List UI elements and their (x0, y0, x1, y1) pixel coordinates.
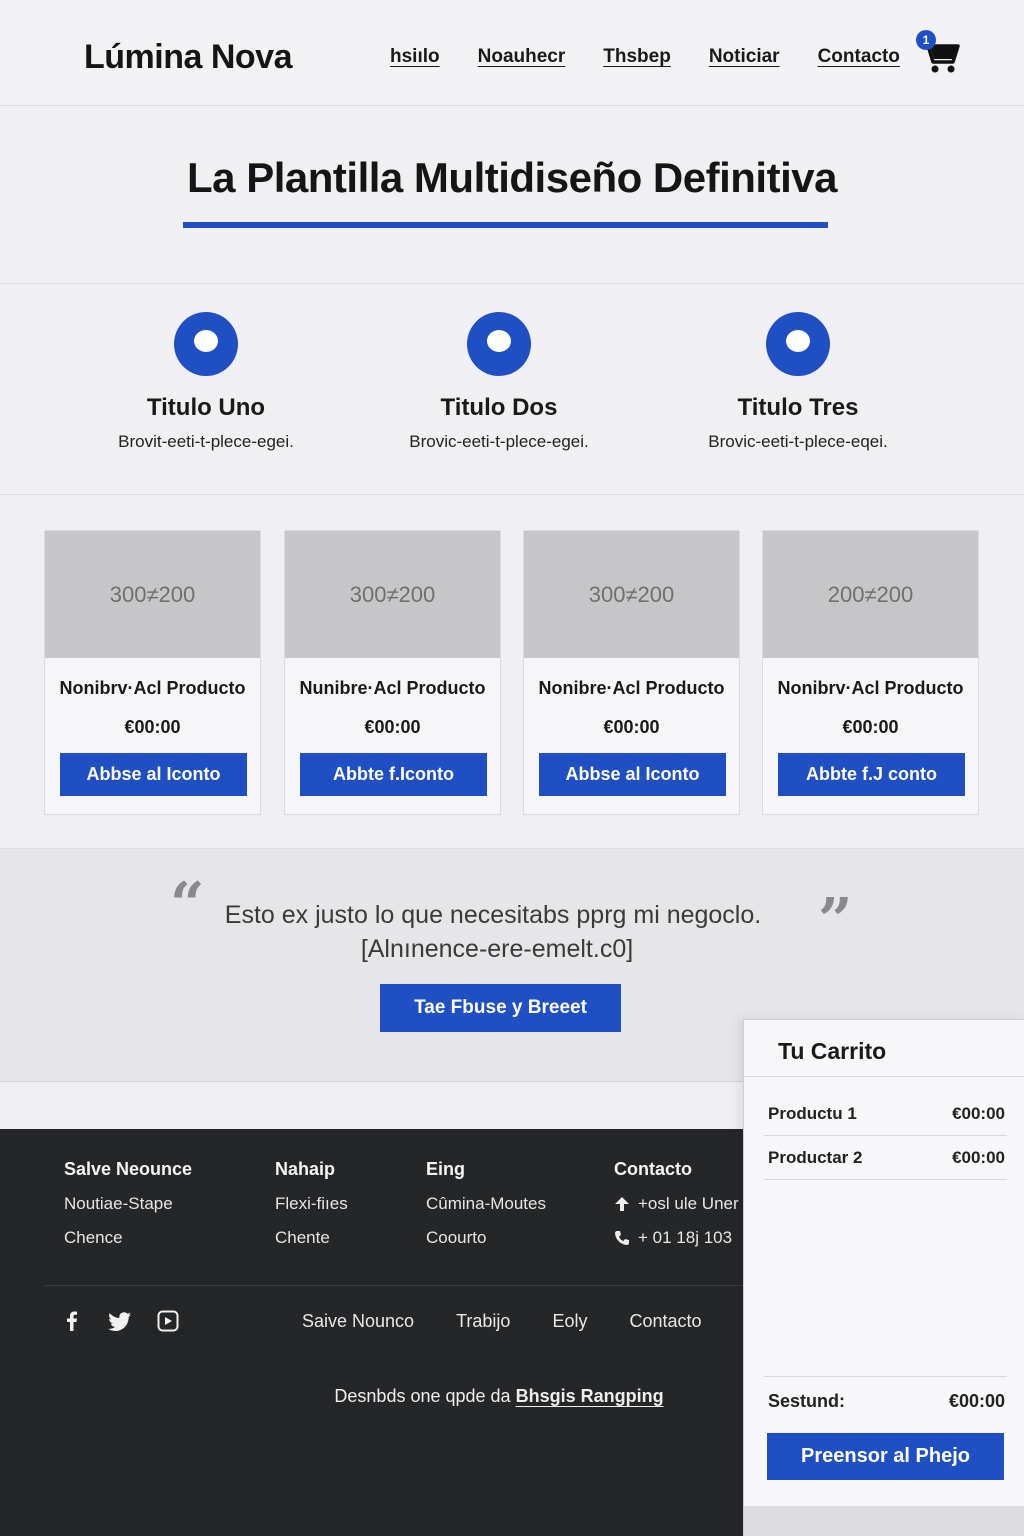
hero-underline (183, 222, 828, 228)
footer-link[interactable]: Cûmina-Moutes (426, 1194, 546, 1214)
footer-column-title: Salve Neounce (64, 1159, 193, 1179)
nav-link-2[interactable]: Noauhecr (478, 46, 566, 68)
social-links (60, 1309, 180, 1333)
product-card: 300≠200 Nunibre·Acl Producto €00:00 Abbt… (284, 530, 501, 815)
footer-nav-link[interactable]: Saive Nounco (302, 1311, 414, 1332)
product-card: 300≠200 Nonibre·Acl Producto €00:00 Abbs… (523, 530, 740, 815)
product-card: 200≠200 Nonibrv·Acl Producto €00:00 Abbt… (762, 530, 979, 815)
cart-panel: Tu Carrito Productu 1 €00:00 Productar 2… (743, 1019, 1024, 1536)
add-to-cart-button[interactable]: Abbte f.Iconto (300, 753, 487, 796)
footer-address[interactable]: +osl ule Uner (614, 1194, 739, 1214)
product-name: Nonibrv·Acl Producto (59, 678, 246, 698)
facebook-icon[interactable] (60, 1309, 84, 1333)
nav-link-3[interactable]: Thsbep (603, 46, 671, 68)
feature-title: Titulo Dos (440, 394, 558, 421)
feature-title: Titulo Uno (146, 394, 266, 421)
cart-line-item[interactable]: Productu 1 €00:00 (764, 1092, 1007, 1136)
cart-item-name: Productar 2 (768, 1148, 863, 1167)
footer-phone[interactable]: + 01 18j 103 (614, 1228, 739, 1248)
twitter-icon[interactable] (108, 1309, 132, 1333)
products-section: 300≠200 Nonibrv·Acl Producto €00:00 Abbs… (0, 495, 1024, 849)
cart-panel-footer (744, 1506, 1024, 1536)
nav-link-news[interactable]: Noticiar (709, 46, 780, 68)
footer-column-title: Nahaip (275, 1159, 336, 1179)
footer-phone-text: + 01 18j 103 (638, 1228, 733, 1247)
product-price: €00:00 (364, 717, 421, 737)
footer-column-title: Eing (426, 1159, 465, 1179)
testimonial-cta-button[interactable]: Tae Fbuse y Breeet (380, 984, 621, 1032)
cart-button[interactable]: 1 (914, 30, 962, 76)
cart-subtotal-value: €00:00 (948, 1391, 1005, 1411)
site-logo[interactable]: Lúmina Nova (84, 38, 292, 77)
nav-link-1[interactable]: hsiılo (390, 46, 440, 68)
footer-address-text: +osl ule Uner (638, 1194, 739, 1213)
footer-nav: Saive Nounco Trabijo Eoly Contacto (302, 1311, 744, 1332)
footer-nav-link[interactable]: Trabijo (456, 1311, 510, 1332)
add-to-cart-button[interactable]: Abbse al Iconto (60, 753, 247, 796)
footer-link[interactable]: Chence (64, 1228, 192, 1248)
location-arrow-icon (615, 1197, 629, 1211)
site-header: Lúmina Nova hsiılo Noauhecr Thsbep Notic… (0, 0, 1024, 106)
hero-title: La Plantilla Multidiseño Definitiva (187, 154, 837, 201)
phone-icon (615, 1231, 629, 1245)
product-price: €00:00 (842, 717, 899, 737)
footer-link[interactable]: Flexi-fiıes (275, 1194, 348, 1214)
product-price: €00:00 (124, 717, 181, 737)
feature-item: Titulo Uno Brovit-eeti-t-plece-egei. (66, 312, 346, 452)
footer-nav-link[interactable]: Eoly (552, 1311, 587, 1332)
features-section: Titulo Uno Brovit-eeti-t-plece-egei. Tit… (0, 284, 1024, 495)
product-image-placeholder: 300≠200 (45, 531, 260, 658)
feature-circle-icon (174, 312, 238, 376)
add-to-cart-button[interactable]: Abbte f.J conto (778, 753, 965, 796)
cart-item-name: Productu 1 (768, 1104, 857, 1123)
instagram-icon[interactable] (156, 1309, 180, 1333)
product-name: Nonibrv·Acl Producto (777, 678, 964, 698)
product-image-placeholder: 200≠200 (763, 531, 978, 658)
footer-column: Salve Neounce Noutiae-Stape Chence (64, 1159, 192, 1248)
feature-item: Titulo Dos Brovic-eeti-t-plece-egei. (359, 312, 639, 452)
footer-credit-link[interactable]: Bhsgis Rangping (516, 1386, 664, 1406)
testimonial-quote: Esto ex justo lo que necesitabs pprg mi … (224, 901, 762, 929)
cart-item-price: €00:00 (952, 1148, 1005, 1167)
footer-credit-text: Desnbds one qpde da (334, 1386, 511, 1406)
cart-subtotal: Sestund: €00:00 (764, 1376, 1007, 1416)
feature-text: Brovit-eeti-t-plece-egei. (118, 432, 294, 451)
feature-title: Titulo Tres (737, 394, 859, 421)
footer-column: Nahaip Flexi-fiıes Chente (275, 1159, 348, 1248)
cart-count-badge: 1 (916, 30, 936, 50)
footer-column: Eing Cûmina-Moutes Coourto (426, 1159, 546, 1248)
footer-link[interactable]: Chente (275, 1228, 348, 1248)
cart-title: Tu Carrito (744, 1020, 1024, 1077)
checkout-button[interactable]: Preensor al Phejo (767, 1433, 1004, 1480)
cart-item-price: €00:00 (952, 1104, 1005, 1123)
hero-section: La Plantilla Multidiseño Definitiva (0, 106, 1024, 284)
cart-subtotal-label: Sestund: (768, 1391, 846, 1411)
product-name: Nonibre·Acl Producto (538, 678, 725, 698)
footer-contact-column: Contacto +osl ule Uner + 01 18j 103 (614, 1159, 739, 1248)
footer-nav-link-contact[interactable]: Contacto (629, 1311, 701, 1332)
feature-item: Titulo Tres Brovic-eeti-t-plece-eqei. (658, 312, 938, 452)
footer-link[interactable]: Noutiae-Stape (64, 1194, 192, 1214)
testimonial-author: [Alnınence-ere-emelt.c0] (360, 935, 634, 963)
feature-circle-icon (766, 312, 830, 376)
product-image-placeholder: 300≠200 (285, 531, 500, 658)
feature-circle-icon (467, 312, 531, 376)
product-name: Nunibre·Acl Producto (299, 678, 486, 698)
feature-text: Brovic-eeti-t-plece-eqei. (708, 432, 888, 451)
product-price: €00:00 (603, 717, 660, 737)
footer-divider (45, 1285, 745, 1286)
nav-link-contact[interactable]: Contacto (818, 46, 900, 68)
product-card: 300≠200 Nonibrv·Acl Producto €00:00 Abbs… (44, 530, 261, 815)
footer-column-title: Contacto (614, 1159, 692, 1179)
add-to-cart-button[interactable]: Abbse al Iconto (539, 753, 726, 796)
feature-text: Brovic-eeti-t-plece-egei. (409, 432, 589, 451)
product-image-placeholder: 300≠200 (524, 531, 739, 658)
footer-link[interactable]: Coourto (426, 1228, 546, 1248)
cart-line-item[interactable]: Productar 2 €00:00 (764, 1136, 1007, 1180)
main-nav: hsiılo Noauhecr Thsbep Noticiar Contacto (390, 46, 938, 68)
